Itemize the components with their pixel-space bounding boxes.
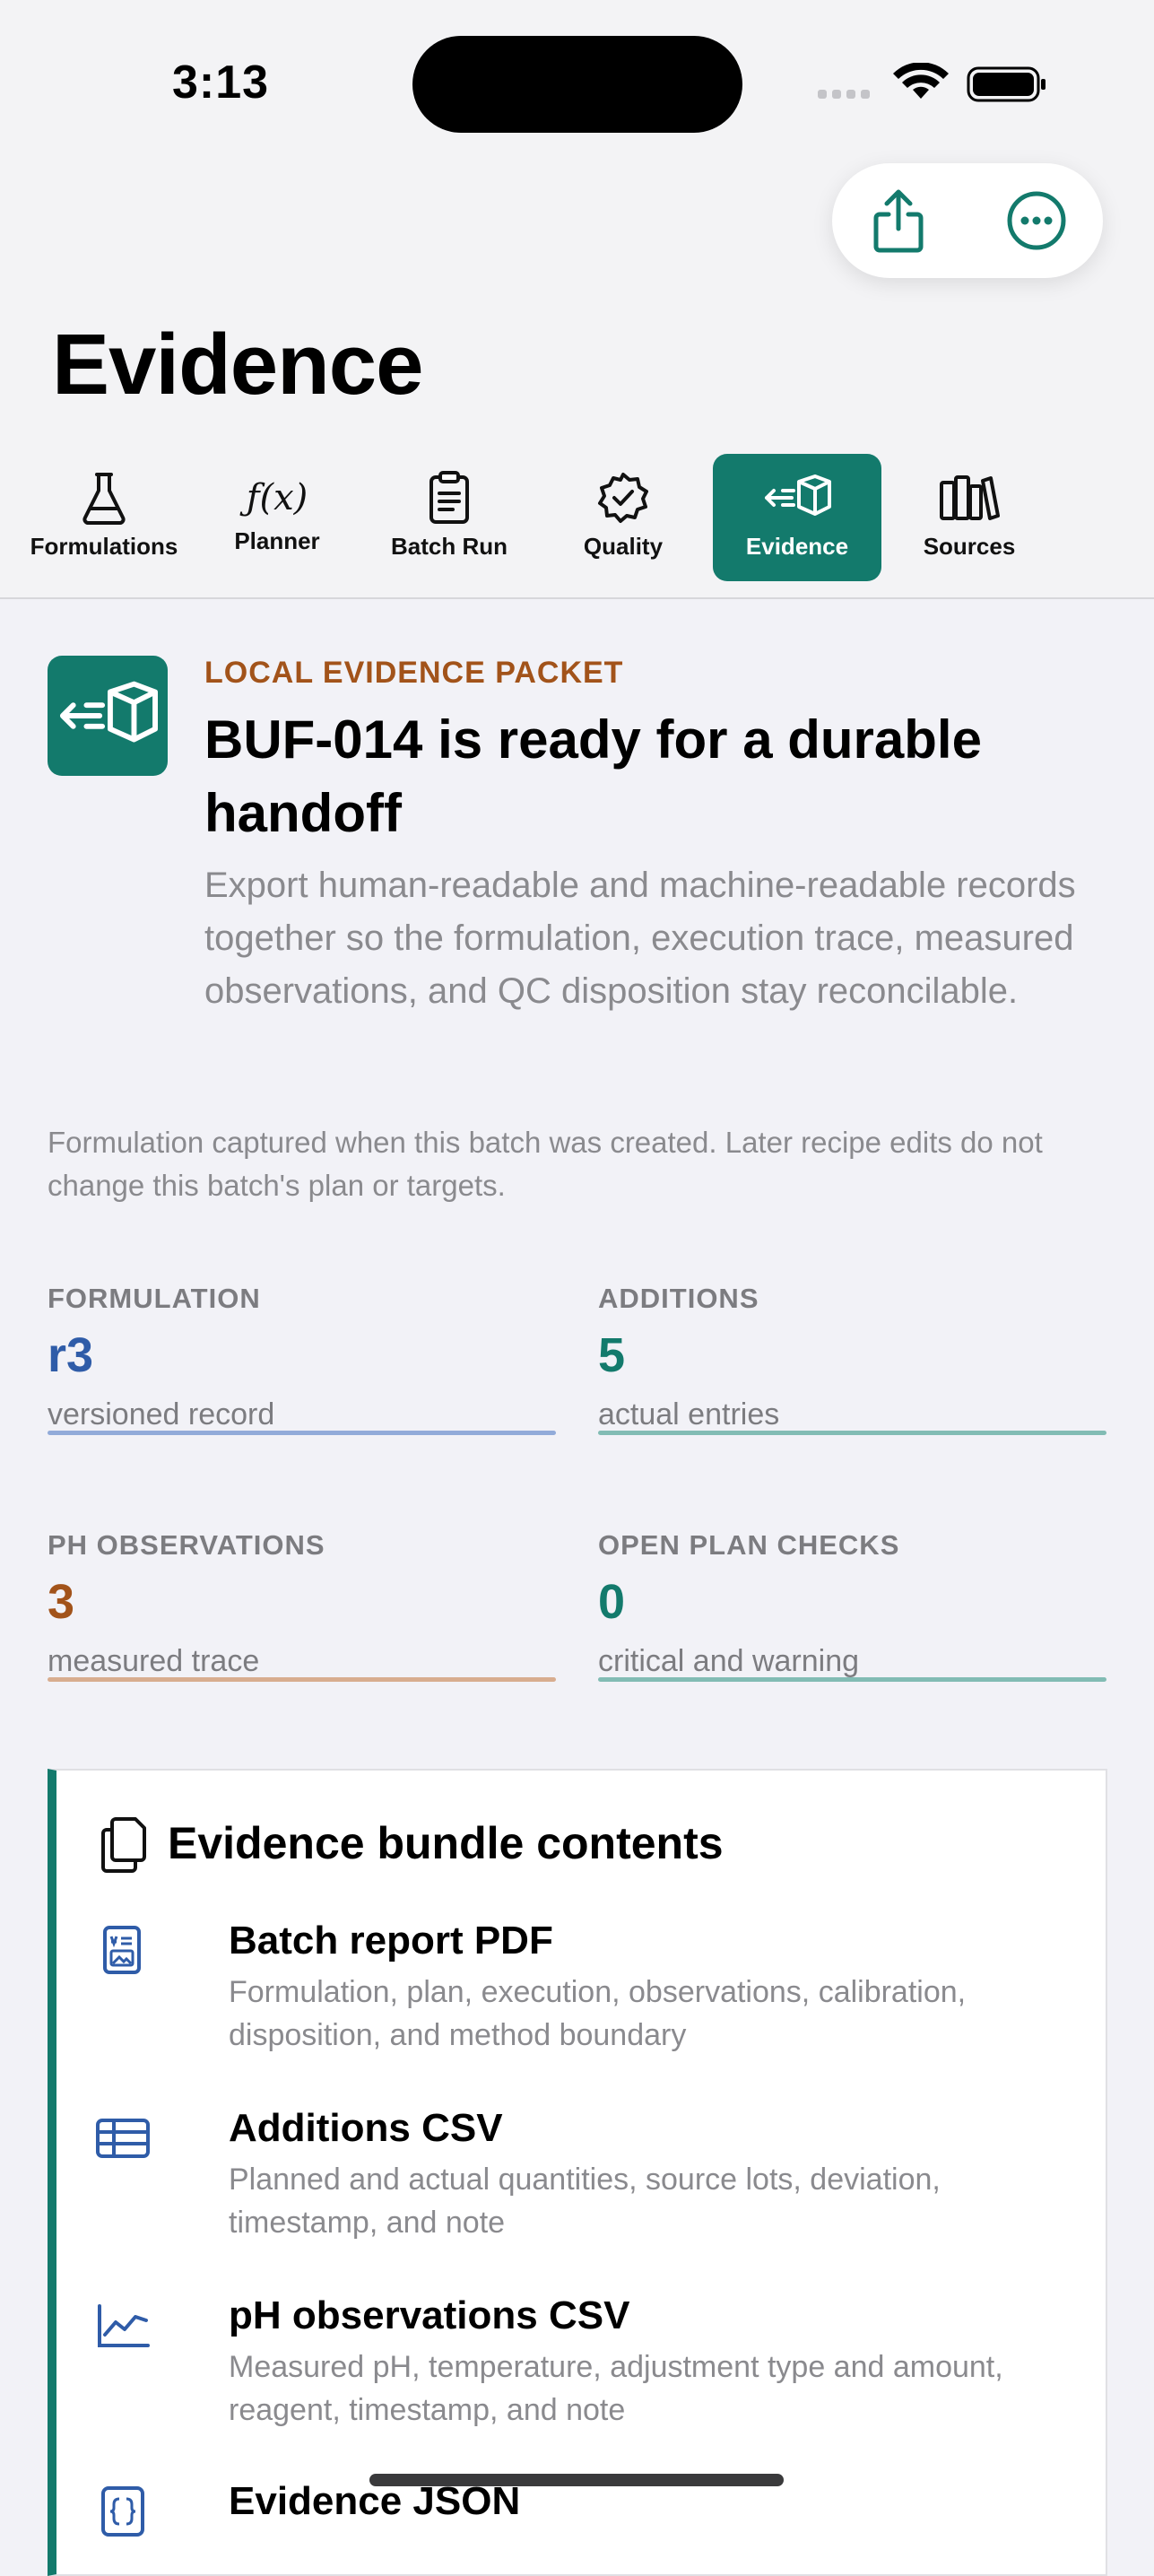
card-title: Evidence bundle contents [168, 1818, 724, 1868]
tab-formulations[interactable]: Formulations [19, 454, 189, 583]
stat-caption: measured trace [48, 1644, 260, 1678]
stat-value: r3 [48, 1328, 94, 1382]
bundle-item-title: Batch report PDF [229, 1919, 553, 1962]
stat-additions: ADDITIONS 5 actual entries [598, 1283, 1106, 1435]
stat-caption: actual entries [598, 1397, 780, 1432]
flask-icon [82, 473, 126, 525]
stat-open-plan-checks: OPEN PLAN CHECKS 0 critical and warning [598, 1529, 1106, 1682]
home-indicator [369, 2474, 784, 2486]
table-icon [96, 2119, 150, 2158]
navigation-actions [832, 163, 1103, 278]
more-button[interactable] [1001, 185, 1072, 257]
books-icon [940, 475, 1000, 520]
function-icon: ƒ(x) [246, 477, 308, 518]
wifi-icon [893, 62, 949, 99]
tab-label-planner: Planner [234, 527, 320, 554]
tab-evidence[interactable]: Evidence [713, 454, 881, 581]
stat-label: FORMULATION [48, 1283, 261, 1314]
stat-formulation: FORMULATION r3 versioned record [48, 1283, 556, 1435]
bundle-item-title: Additions CSV [229, 2106, 503, 2150]
tab-sources[interactable]: Sources [884, 454, 1054, 583]
document-richtext-icon [103, 1926, 141, 1974]
shipping-box-icon [765, 474, 831, 516]
evidence-bundle-card: Evidence bundle contents Batch report PD… [48, 1769, 1107, 2576]
stat-underline [598, 1431, 1106, 1435]
stat-label: OPEN PLAN CHECKS [598, 1529, 900, 1561]
tab-quality[interactable]: Quality [538, 454, 708, 583]
status-icons [816, 62, 1049, 108]
share-button[interactable] [863, 185, 934, 257]
stat-caption: versioned record [48, 1397, 275, 1432]
share-icon [873, 189, 924, 253]
tab-batch-run[interactable]: Batch Run [364, 454, 534, 583]
dynamic-island [412, 36, 742, 133]
battery-icon [967, 66, 1046, 102]
stat-value: 3 [48, 1575, 75, 1629]
tab-label-sources: Sources [923, 533, 1016, 560]
tab-bar: Formulations ƒ(x) Planner Batch Run Qual… [0, 454, 1154, 597]
tab-label-evidence: Evidence [745, 533, 849, 560]
stat-underline [48, 1677, 556, 1682]
status-time: 3:13 [172, 57, 270, 109]
header-divider [0, 597, 1154, 599]
hero-description: Export human-readable and machine-readab… [204, 866, 1076, 1011]
tab-label-formulations: Formulations [30, 533, 178, 560]
tab-label-quality: Quality [583, 533, 664, 560]
documents-icon [101, 1817, 146, 1873]
evidence-packet-badge [48, 656, 168, 776]
tab-planner[interactable]: ƒ(x) Planner [192, 454, 362, 583]
stat-underline [598, 1677, 1106, 1682]
clipboard-icon [429, 471, 469, 524]
checkmark-seal-icon [598, 473, 648, 523]
stat-value: 0 [598, 1575, 626, 1629]
bundle-item-description: Formulation, plan, execution, observatio… [229, 1975, 967, 2052]
stat-ph-observations: PH OBSERVATIONS 3 measured trace [48, 1529, 556, 1682]
stat-label: ADDITIONS [598, 1283, 759, 1314]
shipping-box-icon [59, 681, 158, 743]
page-title: Evidence [52, 317, 424, 413]
stat-value: 5 [598, 1328, 626, 1382]
curlybraces-icon [101, 2486, 144, 2537]
cellular-signal-icon [818, 90, 870, 99]
formulation-note: Formulation captured when this batch was… [48, 1126, 1043, 1202]
bundle-item-title: pH observations CSV [229, 2293, 630, 2337]
bundle-item-description: Measured pH, temperature, adjustment typ… [229, 2350, 1003, 2427]
ellipsis-circle-icon [1007, 191, 1066, 250]
stat-label: PH OBSERVATIONS [48, 1529, 325, 1561]
stat-underline [48, 1431, 556, 1435]
line-chart-icon [98, 2304, 150, 2347]
hero-eyebrow: LOCAL EVIDENCE PACKET [204, 656, 624, 690]
stat-caption: critical and warning [598, 1644, 860, 1678]
hero-title: BUF-014 is ready for a durable handoff [204, 709, 982, 843]
tab-label-batch-run: Batch Run [391, 533, 508, 560]
bundle-item-description: Planned and actual quantities, source lo… [229, 2163, 941, 2240]
